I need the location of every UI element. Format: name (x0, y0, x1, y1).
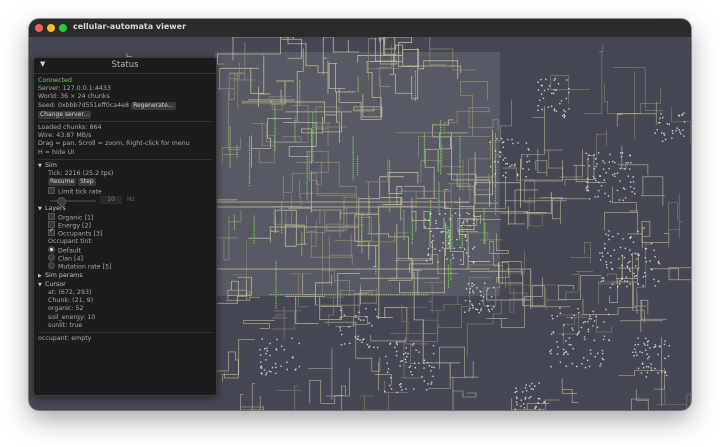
change-server-button[interactable]: Change server... (38, 110, 92, 119)
seed-text: Seed: 0xbbb7d551eff0ca4e8 (38, 101, 130, 109)
sim-buttons: Resume Step (38, 178, 212, 188)
cursor-section-header[interactable]: ▼ Cursor (38, 281, 212, 289)
occupant-tint-label: Occupant tint: (48, 238, 93, 246)
limit-tick-rate-checkbox[interactable] (48, 187, 55, 195)
sim-params-section-header[interactable]: ▶ Sim params (38, 272, 212, 280)
tick-rate-value[interactable]: 10 (100, 196, 122, 205)
expanded-triangle-icon: ▼ (38, 206, 42, 213)
layer-organic-checkbox[interactable] (48, 212, 55, 220)
expanded-triangle-icon: ▼ (38, 281, 42, 288)
divider (38, 120, 212, 122)
close-window-button[interactable] (35, 24, 43, 32)
tint-clan-radio[interactable] (48, 253, 55, 261)
layer-energy-row[interactable]: Energy [2] (38, 221, 212, 230)
tint-default-row[interactable]: Default (38, 245, 212, 255)
help-hide: H = hide UI (38, 148, 75, 156)
panel-title: Status (111, 60, 139, 70)
cursor-organic: organic: 52 (48, 305, 84, 313)
tick-rate-unit: Hz (127, 196, 135, 204)
cursor-soil-energy: soil_energy: 10 (48, 313, 96, 321)
change-server-row: Change server... (38, 110, 212, 119)
sim-section-header[interactable]: ▼ Sim (38, 162, 212, 170)
layers-section-header[interactable]: ▼ Layers (38, 205, 212, 213)
status-panel: ▼ Status Connected Server: 127.0.0.1:443… (33, 57, 217, 396)
tick-rate-slider-row: 10 Hz (38, 196, 212, 207)
cursor-at: at: (672, 293) (48, 288, 92, 296)
connection-status: Connected (38, 77, 72, 84)
seed-row: Seed: 0xbbb7d551eff0ca4e8 Regenerate... (38, 101, 212, 110)
limit-tick-rate-row[interactable]: Limit tick rate (38, 187, 212, 196)
tint-clan-row[interactable]: Clan [4] (38, 253, 212, 263)
resume-button[interactable]: Resume (48, 178, 77, 187)
cursor-chunk: Chunk: (21, 9) (48, 297, 94, 305)
tint-default-radio[interactable] (48, 245, 55, 253)
panel-header[interactable]: ▼ Status (34, 58, 216, 74)
layer-occupants-checkbox[interactable] (48, 227, 55, 237)
divider (38, 158, 212, 160)
server-address: Server: 127.0.0.1:4433 (38, 85, 111, 93)
cursor-occupant: occupant: empty (38, 334, 92, 342)
loaded-chunks: Loaded chunks: 864 (38, 123, 102, 131)
step-button[interactable]: Step (78, 178, 96, 187)
tint-mutation-row[interactable]: Mutation rate [5] (38, 261, 212, 271)
tick-info: Tick: 2216 (25.2 tps) (48, 170, 114, 178)
help-controls: Drag = pan, Scroll = zoom, Right-click f… (38, 140, 190, 148)
expanded-triangle-icon: ▼ (38, 162, 42, 169)
regenerate-button[interactable]: Regenerate... (131, 101, 176, 110)
layer-organic-row[interactable]: Organic [1] (38, 212, 212, 222)
layer-occupants-row[interactable]: Occupants [3] (38, 227, 212, 238)
tick-rate-slider-handle[interactable] (57, 197, 66, 207)
wire-rate: Wire: 43.87 MB/s (38, 132, 92, 140)
minimize-window-button[interactable] (47, 24, 55, 32)
world-size: World: 36 × 24 chunks (38, 93, 110, 101)
zoom-window-button[interactable] (59, 24, 67, 32)
window-title: cellular-automata viewer (73, 22, 187, 31)
cursor-sunlit: sunlit: true (48, 321, 83, 329)
divider (38, 331, 212, 333)
collapsed-triangle-icon: ▶ (38, 273, 42, 280)
tint-mutation-radio[interactable] (48, 261, 55, 269)
title-bar: cellular-automata viewer (29, 19, 691, 37)
